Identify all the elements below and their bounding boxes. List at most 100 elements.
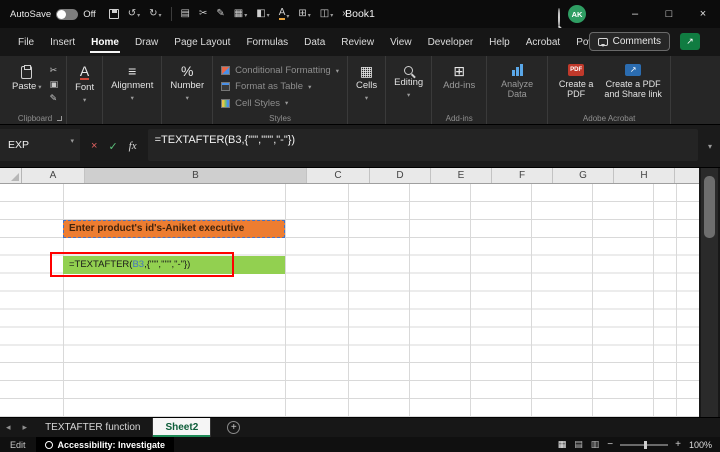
autosave-switch[interactable] bbox=[56, 8, 79, 20]
tab-developer[interactable]: Developer bbox=[420, 28, 482, 56]
clipboard-dialog-launcher-icon[interactable] bbox=[57, 116, 63, 121]
column-header-partial[interactable] bbox=[675, 168, 699, 183]
sheet-nav-right-icon[interactable]: ▸ bbox=[17, 422, 34, 433]
cell-styles-button[interactable]: Cell Styles ▾ bbox=[221, 96, 339, 111]
number-menu-button[interactable]: % Number ▾ bbox=[170, 61, 204, 111]
font-menu-button[interactable]: A Font ▾ bbox=[75, 61, 94, 111]
grid-body[interactable]: Enter product's id's-Aniket executive =T… bbox=[0, 184, 699, 417]
cell-b3[interactable]: Enter product's id's-Aniket executive bbox=[63, 219, 285, 238]
merge-button[interactable]: ◫ ▾ bbox=[320, 9, 333, 20]
sheet-tab-sheet2[interactable]: Sheet2 bbox=[153, 418, 212, 437]
tab-draw[interactable]: Draw bbox=[127, 28, 166, 56]
addins-button[interactable]: ⊞ Add-ins bbox=[440, 61, 478, 111]
tab-data[interactable]: Data bbox=[296, 28, 333, 56]
zoom-level[interactable]: 100% bbox=[685, 440, 720, 450]
zoom-slider[interactable] bbox=[620, 440, 669, 449]
page-break-view-icon[interactable]: ▥ bbox=[587, 439, 604, 450]
comments-label: Comments bbox=[612, 36, 661, 47]
name-box-value: EXP bbox=[8, 139, 30, 151]
tab-help[interactable]: Help bbox=[481, 28, 518, 56]
zoom-in-icon[interactable]: + bbox=[671, 439, 685, 450]
select-all-corner[interactable] bbox=[0, 168, 22, 183]
column-header-d[interactable]: D bbox=[370, 168, 431, 183]
cut-icon[interactable]: ✂ bbox=[199, 9, 207, 19]
table-button[interactable]: ▦ ▾ bbox=[234, 9, 247, 20]
conditional-formatting-icon bbox=[221, 66, 231, 76]
magnifier-glyph bbox=[558, 8, 560, 27]
comments-button[interactable]: Comments bbox=[588, 32, 670, 51]
close-button[interactable]: × bbox=[686, 0, 720, 28]
clipboard-icon[interactable]: ▤ bbox=[181, 9, 190, 19]
tab-insert[interactable]: Insert bbox=[42, 28, 83, 56]
page-layout-view-icon[interactable]: ▤ bbox=[570, 439, 587, 450]
column-header-c[interactable]: C bbox=[307, 168, 370, 183]
acrobat-group-label: Adobe Acrobat bbox=[582, 114, 636, 123]
cut-icon[interactable]: ✂ bbox=[50, 65, 59, 76]
formula-input[interactable]: =TEXTAFTER(B3,{"'","''","-"}) bbox=[147, 129, 698, 161]
chevron-down-icon: ▾ bbox=[364, 94, 369, 102]
autosave-toggle[interactable]: AutoSave Off bbox=[10, 8, 96, 20]
chevron-down-icon: ▾ bbox=[407, 91, 411, 99]
add-sheet-button[interactable]: + bbox=[227, 421, 241, 434]
tab-view[interactable]: View bbox=[382, 28, 420, 56]
tab-home[interactable]: Home bbox=[83, 28, 127, 56]
vertical-scrollbar-thumb[interactable] bbox=[704, 176, 715, 238]
search-icon[interactable] bbox=[558, 8, 560, 27]
column-header-b[interactable]: B bbox=[85, 168, 307, 183]
quick-access-toolbar: ↺ ▾ ↻ ▾ ▤ ✂ ✎ ▦ ▾ ◧ ▾ A ▾ ⊞ ▾ ◫ ▾ » bbox=[108, 7, 348, 21]
vertical-scrollbar[interactable] bbox=[701, 168, 718, 417]
redo-button[interactable]: ↻ ▾ bbox=[149, 8, 161, 20]
editing-menu-button[interactable]: Editing ▾ bbox=[394, 61, 423, 111]
tab-acrobat[interactable]: Acrobat bbox=[518, 28, 568, 56]
zoom-out-icon[interactable]: − bbox=[603, 439, 617, 450]
format-painter-icon[interactable]: ✎ bbox=[50, 93, 59, 104]
tab-file[interactable]: File bbox=[10, 28, 42, 56]
minimize-button[interactable]: – bbox=[618, 0, 652, 28]
editing-group: Editing ▾ bbox=[386, 56, 433, 124]
chevron-down-icon: ▾ bbox=[185, 94, 189, 102]
paste-button[interactable]: Paste ▾ bbox=[12, 61, 42, 111]
cells-menu-button[interactable]: ▦ Cells ▾ bbox=[356, 61, 377, 111]
column-header-g[interactable]: G bbox=[553, 168, 614, 183]
format-painter-icon[interactable]: ✎ bbox=[216, 9, 224, 19]
status-bar: Edit Accessibility: Investigate ▦ ▤ ▥ − … bbox=[0, 437, 720, 452]
format-as-table-label: Format as Table bbox=[235, 81, 304, 93]
column-header-h[interactable]: H bbox=[614, 168, 675, 183]
undo-button[interactable]: ↺ ▾ bbox=[128, 9, 140, 20]
column-header-f[interactable]: F bbox=[492, 168, 553, 183]
account-avatar[interactable]: AK bbox=[568, 5, 586, 23]
editing-icon bbox=[404, 66, 414, 75]
cancel-icon[interactable]: × bbox=[91, 140, 97, 152]
share-icon[interactable]: ↗ bbox=[680, 33, 700, 50]
fill-color-button[interactable]: ◧ ▾ bbox=[256, 9, 270, 20]
tab-page-layout[interactable]: Page Layout bbox=[166, 28, 238, 56]
zoom-slider-knob[interactable] bbox=[644, 440, 648, 449]
redo-icon: ↻ bbox=[149, 8, 158, 19]
addins-label: Add-ins bbox=[443, 80, 476, 91]
enter-icon[interactable]: ✓ bbox=[108, 140, 117, 153]
chevron-down-icon: ▾ bbox=[266, 13, 270, 19]
create-pdf-button[interactable]: PDF Create a PDF bbox=[556, 61, 596, 111]
borders-button[interactable]: ⊞ ▾ bbox=[298, 9, 310, 20]
save-icon[interactable] bbox=[108, 9, 119, 19]
sheet-tab-textafter-function[interactable]: TEXTAFTER function bbox=[33, 418, 154, 437]
insert-function-icon[interactable]: fx bbox=[129, 140, 137, 152]
create-pdf-share-button[interactable]: ↗ Create a PDF and Share link bbox=[604, 61, 662, 111]
column-header-e[interactable]: E bbox=[431, 168, 492, 183]
name-box[interactable]: EXP ▾ bbox=[0, 129, 80, 161]
normal-view-icon[interactable]: ▦ bbox=[554, 439, 571, 450]
copy-icon[interactable]: ▣ bbox=[50, 79, 59, 90]
formula-bar-expand-icon[interactable]: ▾ bbox=[700, 125, 720, 167]
accessibility-checker[interactable]: Accessibility: Investigate bbox=[35, 437, 175, 452]
alignment-menu-button[interactable]: ≡ Alignment ▾ bbox=[111, 61, 153, 111]
font-color-button[interactable]: A ▾ bbox=[278, 8, 289, 20]
tab-formulas[interactable]: Formulas bbox=[238, 28, 296, 56]
tab-review[interactable]: Review bbox=[333, 28, 382, 56]
column-header-a[interactable]: A bbox=[22, 168, 85, 183]
sheet-nav-left-icon[interactable]: ◂ bbox=[0, 422, 17, 433]
format-as-table-button[interactable]: Format as Table ▾ bbox=[221, 79, 339, 94]
maximize-button[interactable]: □ bbox=[652, 0, 686, 28]
conditional-formatting-button[interactable]: Conditional Formatting ▾ bbox=[221, 63, 339, 78]
analyze-data-button[interactable]: Analyze Data bbox=[495, 61, 539, 111]
cell-mode-indicator: Edit bbox=[10, 439, 26, 450]
